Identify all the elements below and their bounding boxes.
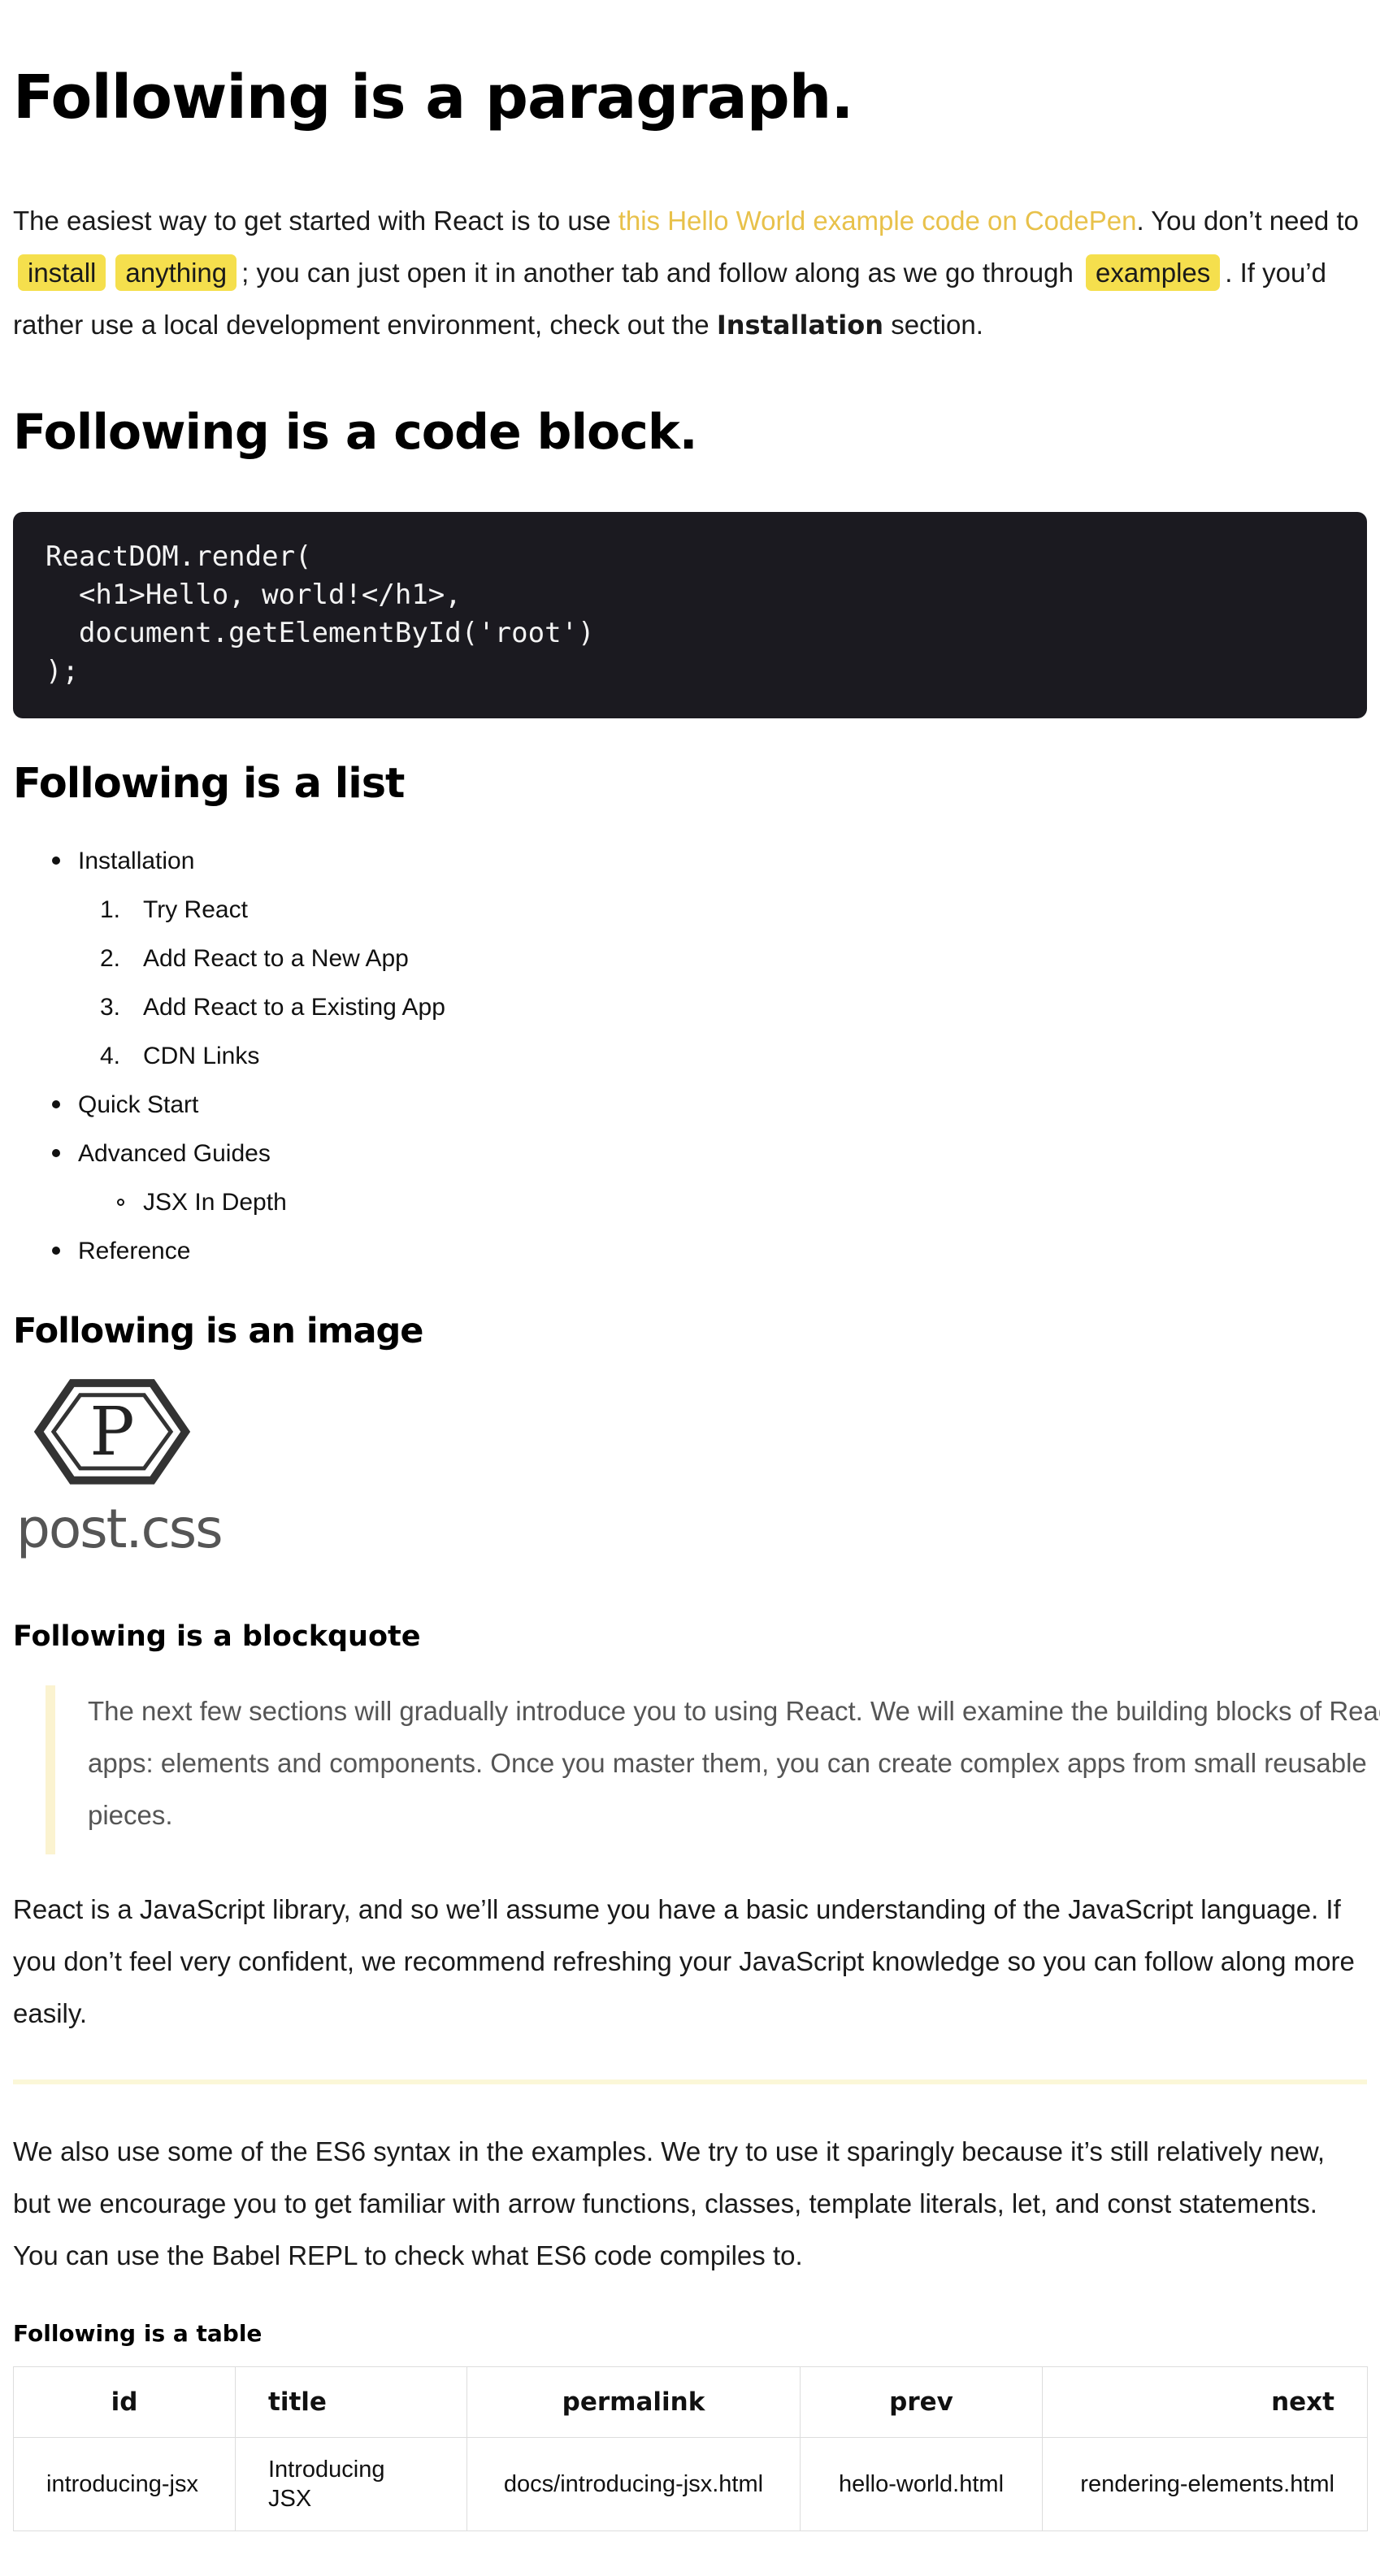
heading-paragraph: Following is a paragraph. xyxy=(13,63,853,132)
table-cell-prev: hello-world.html xyxy=(800,2437,1043,2531)
column-header-title: title xyxy=(235,2366,467,2438)
list-item-cdn-links: CDN Links xyxy=(143,1043,260,1069)
paragraph-text: . You don’t need to xyxy=(1136,206,1359,236)
list-item-reference: Reference xyxy=(78,1238,191,1264)
circle-bullet-icon xyxy=(117,1199,124,1206)
bullet-icon xyxy=(52,1100,60,1108)
table-header-row: id title permalink prev next xyxy=(13,2366,1368,2438)
logo-wordmark: post.css xyxy=(16,1498,222,1560)
paragraph-es6: We also use some of the ES6 syntax in th… xyxy=(13,2136,1326,2270)
document-page: Following is a paragraph. The easiest wa… xyxy=(13,0,1380,2576)
bullet-icon xyxy=(52,856,60,865)
paragraph-text: The easiest way to get started with Reac… xyxy=(13,206,618,236)
paragraph-text: section. xyxy=(883,310,983,340)
list-item-installation: Installation xyxy=(78,848,195,874)
table-row: introducing-jsx Introducing JSX docs/int… xyxy=(13,2437,1368,2531)
heading-image: Following is an image xyxy=(13,1311,423,1351)
blockquote: The next few sections will gradually int… xyxy=(46,1685,1380,1854)
bullet-icon xyxy=(52,1247,60,1255)
column-header-id: id xyxy=(13,2366,236,2438)
paragraph-intro: The easiest way to get started with Reac… xyxy=(13,195,1367,351)
list-item-jsx-in-depth: JSX In Depth xyxy=(143,1189,287,1216)
blockquote-text: The next few sections will gradually int… xyxy=(88,1696,1380,1830)
table-cell-id: introducing-jsx xyxy=(13,2437,236,2531)
list-number: 1. xyxy=(99,896,120,923)
list-item-add-existing-app: Add React to a Existing App xyxy=(143,994,445,1021)
column-header-prev: prev xyxy=(800,2366,1043,2438)
codepen-link[interactable]: this Hello World example code on CodePen xyxy=(618,206,1137,236)
highlight-anything: anything xyxy=(115,254,237,291)
paragraph-text: ; you can just open it in another tab an… xyxy=(241,258,1082,288)
list-item-add-new-app: Add React to a New App xyxy=(143,945,409,972)
horizontal-rule xyxy=(13,2079,1367,2084)
table-cell-next: rendering-elements.html xyxy=(1042,2437,1368,2531)
list-number: 2. xyxy=(99,945,120,972)
column-header-next: next xyxy=(1042,2366,1368,2438)
list-number: 4. xyxy=(99,1043,120,1069)
paragraph-javascript: React is a JavaScript library, and so we… xyxy=(13,1894,1355,2028)
highlight-examples: examples xyxy=(1086,254,1221,291)
list-item-try-react: Try React xyxy=(143,896,248,923)
data-table: id title permalink prev next introducing… xyxy=(13,2366,1368,2531)
heading-code-block: Following is a code block. xyxy=(13,404,698,461)
table-cell-title: Introducing JSX xyxy=(235,2437,467,2531)
bullet-icon xyxy=(52,1149,60,1157)
list-number: 3. xyxy=(99,994,120,1021)
heading-list: Following is a list xyxy=(13,760,405,808)
strong-installation: Installation xyxy=(716,310,884,340)
code-block: ReactDOM.render( <h1>Hello, world!</h1>,… xyxy=(13,512,1367,718)
heading-blockquote: Following is a blockquote xyxy=(13,1620,421,1653)
list-item-quick-start: Quick Start xyxy=(78,1091,199,1118)
table-cell-permalink: docs/introducing-jsx.html xyxy=(467,2437,801,2531)
logo-letter: P xyxy=(89,1394,134,1471)
heading-table: Following is a table xyxy=(13,2320,263,2347)
list-item-advanced-guides: Advanced Guides xyxy=(78,1140,271,1167)
postcss-logo-image: P post.css xyxy=(16,1379,223,1560)
highlight-install: install xyxy=(18,254,106,291)
column-header-permalink: permalink xyxy=(467,2366,801,2438)
